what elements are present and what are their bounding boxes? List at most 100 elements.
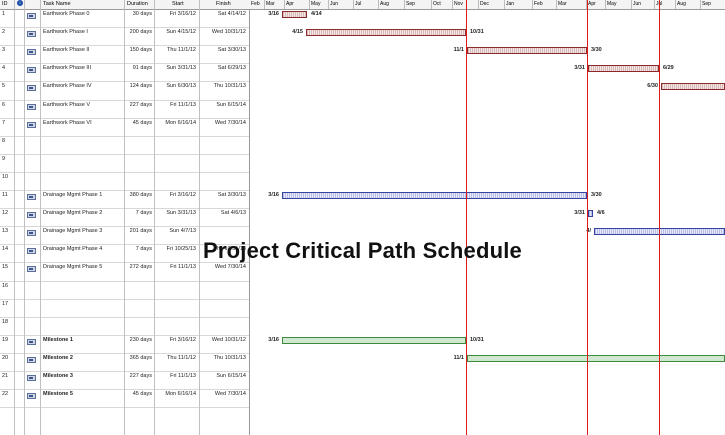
task-start: Fri 3/16/12 xyxy=(169,336,196,343)
task-finish: Sat 3/30/13 xyxy=(217,47,246,54)
timeline-month: Apr xyxy=(588,1,596,7)
timeline-month: Sep xyxy=(702,1,711,7)
timeline-month: Aug xyxy=(677,1,686,7)
task-finish: Sat 3/30/13 xyxy=(217,192,246,198)
gantt-bar[interactable] xyxy=(282,192,587,199)
timeline-month: Mar xyxy=(558,1,567,7)
task-duration: 200 days xyxy=(129,29,152,36)
task-indicator-icon[interactable] xyxy=(27,212,36,219)
task-indicator-icon[interactable] xyxy=(27,31,36,38)
bar-end-label: 4/6 xyxy=(597,210,605,217)
bar-end-label: 10/31 xyxy=(470,29,484,36)
gantt-bar[interactable] xyxy=(588,65,659,73)
task-duration: 230 days xyxy=(129,336,152,343)
row-id: 15 xyxy=(2,264,9,271)
col-id-header[interactable]: ID xyxy=(2,1,8,7)
row-id: 10 xyxy=(2,173,9,180)
task-duration: 150 days xyxy=(129,47,152,54)
row-id: 5 xyxy=(2,83,6,90)
chart-title: Project Critical Path Schedule xyxy=(203,238,522,263)
task-duration: 380 days xyxy=(129,192,152,198)
bar-start-label: 11/1 xyxy=(453,354,464,361)
critical-path-line xyxy=(466,0,467,435)
timeline-month: Feb xyxy=(251,1,260,7)
task-finish: Wed 7/30/14 xyxy=(214,119,246,126)
task-start: Sun 3/31/13 xyxy=(166,65,196,72)
task-indicator-icon[interactable] xyxy=(27,67,36,74)
timeline-month: Sep xyxy=(406,1,415,7)
gantt-app: ID i Task Name Duration Start Finish 1 Ea… xyxy=(0,0,725,435)
row-id: 1 xyxy=(2,11,6,17)
col-finish-header[interactable]: Finish xyxy=(216,1,231,7)
gantt-bar[interactable] xyxy=(661,83,725,91)
task-duration: 91 days xyxy=(132,65,152,72)
row-id: 6 xyxy=(2,101,6,108)
task-duration: 45 days xyxy=(132,391,152,398)
critical-path-line xyxy=(587,0,588,435)
col-duration-header[interactable]: Duration xyxy=(127,1,148,7)
col-start-header[interactable]: Start xyxy=(172,1,184,7)
col-name-header[interactable]: Task Name xyxy=(43,1,71,7)
task-indicator-icon[interactable] xyxy=(27,103,36,110)
task-name: Earthwork Phase V xyxy=(43,101,91,108)
task-duration: 124 days xyxy=(129,83,152,90)
task-duration: 201 days xyxy=(129,228,152,235)
timeline-month: Dec xyxy=(480,1,489,7)
task-indicator-icon[interactable] xyxy=(27,194,36,200)
task-duration: 365 days xyxy=(129,354,152,361)
gantt-bar[interactable] xyxy=(282,336,466,344)
task-start: Sun 3/31/13 xyxy=(166,210,196,217)
task-name: Earthwork Phase VI xyxy=(43,119,92,126)
task-indicator-icon[interactable] xyxy=(27,230,36,237)
task-start: Thu 11/1/12 xyxy=(167,354,196,361)
task-start: Fri 11/1/13 xyxy=(170,264,196,271)
row-id: 16 xyxy=(2,282,9,289)
gantt-bar[interactable] xyxy=(467,354,725,362)
task-duration: 272 days xyxy=(129,264,152,271)
timeline-header: Feb Mar Apr May Jun Jul Aug Sep Oct Nov Dec Jan Feb M… xyxy=(249,0,725,10)
row-id: 21 xyxy=(2,373,9,379)
task-duration: 30 days xyxy=(132,11,152,17)
task-finish: Wed 10/31/12 xyxy=(211,336,246,343)
task-indicator-icon[interactable] xyxy=(27,49,36,56)
bar-end-label: 3/30 xyxy=(591,47,602,54)
bar-end-label: 4/14 xyxy=(311,11,322,17)
timeline-month: Apr xyxy=(286,1,294,7)
task-indicator-icon[interactable] xyxy=(27,85,36,92)
task-indicator-icon[interactable] xyxy=(27,266,36,273)
task-finish: Wed 10/31/12 xyxy=(211,29,246,36)
row-id: 7 xyxy=(2,119,6,126)
bar-end-label: 10/31 xyxy=(470,336,484,343)
bar-start-label: 3/31 xyxy=(574,65,585,72)
task-name: Drainage Mgmt Phase 1 xyxy=(43,192,103,198)
gantt-bar[interactable] xyxy=(282,11,307,18)
row-id: 12 xyxy=(2,210,9,217)
gantt-bar[interactable] xyxy=(588,210,593,218)
task-duration: 227 days xyxy=(129,101,152,108)
task-name: Drainage Mgmt Phase 5 xyxy=(43,264,103,271)
gantt-bar[interactable] xyxy=(306,29,466,37)
task-start: Sun 4/15/12 xyxy=(166,29,196,36)
task-indicator-icon[interactable] xyxy=(27,13,36,19)
bar-start-label: 4/15 xyxy=(292,29,303,36)
task-indicator-icon[interactable] xyxy=(27,356,36,363)
row-id: 11 xyxy=(2,192,8,198)
task-duration: 45 days xyxy=(132,119,152,126)
task-indicator-icon[interactable] xyxy=(27,121,36,128)
task-finish: Sat 4/6/13 xyxy=(220,210,246,217)
task-finish: Thu 10/31/13 xyxy=(213,83,246,90)
gantt-bar[interactable] xyxy=(467,47,587,55)
timeline-month: Jul xyxy=(355,1,362,7)
info-icon[interactable]: i xyxy=(17,0,23,6)
task-finish: Wed 7/30/14 xyxy=(214,391,246,398)
task-finish: Sun 6/15/14 xyxy=(216,373,246,379)
task-indicator-icon[interactable] xyxy=(27,375,36,381)
bar-end-label: 6/29 xyxy=(663,65,674,72)
task-name: Drainage Mgmt Phase 3 xyxy=(43,228,103,235)
task-indicator-icon[interactable] xyxy=(27,393,36,400)
task-duration: 227 days xyxy=(129,373,152,379)
row-id: 4 xyxy=(2,65,6,72)
task-start: Sun 6/30/13 xyxy=(166,83,196,90)
task-indicator-icon[interactable] xyxy=(27,338,36,345)
row-id: 20 xyxy=(2,354,9,361)
